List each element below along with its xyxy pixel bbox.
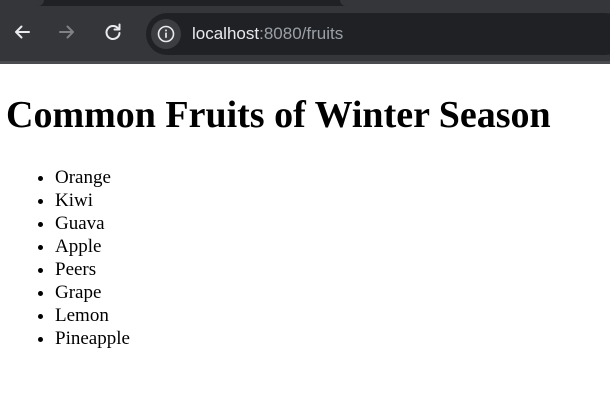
tab-edge-right — [340, 0, 610, 6]
arrow-right-icon — [59, 25, 74, 39]
fruit-list: Orange Kiwi Guava Apple Peers Grape Lemo… — [0, 166, 130, 350]
list-item: Kiwi — [55, 189, 130, 212]
tab-edge-left — [0, 0, 44, 6]
list-item: Pineapple — [55, 327, 130, 350]
back-button[interactable] — [8, 18, 36, 46]
tab-strip — [0, 0, 610, 6]
list-item: Orange — [55, 166, 130, 189]
list-item: Guava — [55, 212, 130, 235]
arrow-left-icon — [15, 25, 30, 39]
list-item: Apple — [55, 235, 130, 258]
list-item: Grape — [55, 281, 130, 304]
url-path: :8080/fruits — [259, 24, 344, 43]
url-host: localhost — [192, 24, 260, 43]
forward-button[interactable] — [53, 18, 81, 46]
list-item: Lemon — [55, 304, 130, 327]
browser-toolbar: localhost:8080/fruits — [0, 0, 610, 64]
page-title: Common Fruits of Winter Season — [6, 94, 551, 136]
reload-icon — [105, 23, 121, 40]
page-content: Common Fruits of Winter Season Orange Ki… — [0, 64, 610, 405]
list-item: Peers — [55, 258, 130, 281]
address-bar[interactable]: localhost:8080/fruits — [146, 13, 610, 55]
reload-button[interactable] — [99, 18, 127, 46]
site-info-button[interactable] — [151, 19, 181, 49]
info-circle-icon — [157, 25, 175, 43]
url-text[interactable]: localhost:8080/fruits — [192, 24, 343, 44]
